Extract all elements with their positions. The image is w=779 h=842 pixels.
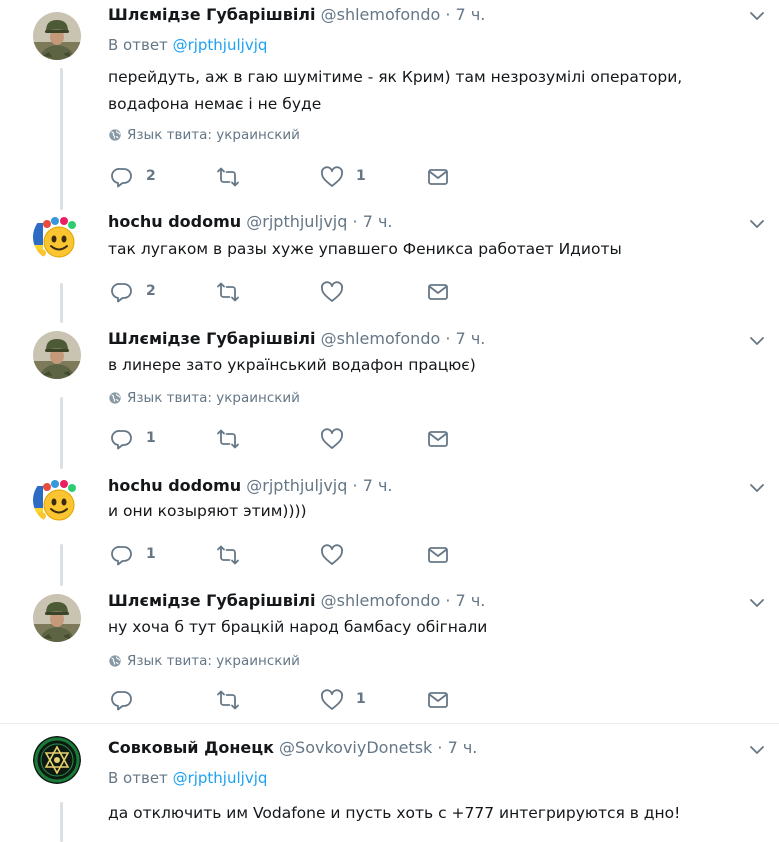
timestamp[interactable]: 7 ч.	[456, 591, 486, 610]
tweet-text: так лугаком в разы хуже упавшего Феникса…	[108, 240, 622, 258]
tweet[interactable]: Шлємідзе Губарішвілі @shlemofondo · 7 ч.…	[0, 323, 779, 469]
separator-dot: ·	[437, 738, 443, 757]
reply-mention[interactable]: @rjpthjuljvjq	[173, 36, 268, 54]
author-name[interactable]: hochu dodomu	[108, 476, 241, 495]
language-label: Язык твита: украинский	[127, 390, 300, 406]
author-name[interactable]: Совковый Донецк	[108, 738, 274, 757]
tweet-text: и они козыряют этим))))	[108, 502, 307, 520]
separator-dot: ·	[352, 476, 358, 495]
reply-count: 2	[146, 168, 156, 184]
author-handle[interactable]: @rjpthjuljvjq	[246, 212, 347, 231]
thread-line	[60, 802, 63, 842]
tweet-header: Шлємідзе Губарішвілі @shlemofondo · 7 ч.	[108, 589, 485, 613]
tweet[interactable]: hochu dodomu @rjpthjuljvjq · 7 ч. так лу…	[0, 205, 779, 323]
globe-icon	[108, 654, 122, 673]
reply-mention[interactable]: @rjpthjuljvjq	[173, 769, 268, 787]
language-label: Язык твита: украинский	[127, 653, 300, 669]
author-handle[interactable]: @shlemofondo	[321, 5, 441, 24]
tweet-header: Шлємідзе Губарішвілі @shlemofondo · 7 ч.	[108, 3, 485, 27]
separator-dot: ·	[352, 212, 358, 231]
tweet[interactable]: Шлємідзе Губарішвілі @shlemofondo · 7 ч.…	[0, 586, 779, 723]
avatar[interactable]	[33, 331, 81, 379]
tweet-header: hochu dodomu @rjpthjuljvjq · 7 ч.	[108, 474, 393, 498]
thread-line	[60, 397, 63, 469]
chevron-down-icon[interactable]	[748, 215, 766, 233]
avatar[interactable]	[33, 476, 81, 524]
author-handle[interactable]: @shlemofondo	[321, 329, 441, 348]
tweet[interactable]: Шлємідзе Губарішвілі @shlemofondo · 7 ч.…	[0, 0, 779, 210]
tweet-text: перейдуть, аж в гаю шумітиме - як Крим) …	[108, 68, 683, 113]
timestamp[interactable]: 7 ч.	[363, 212, 393, 231]
avatar[interactable]	[33, 594, 81, 642]
reply-count: 1	[146, 546, 156, 562]
tweet[interactable]: Совковый Донецк @SovkoviyDonetsk · 7 ч. …	[0, 724, 779, 842]
globe-icon	[108, 391, 122, 410]
language-label: Язык твита: украинский	[127, 127, 300, 143]
separator-dot: ·	[445, 5, 451, 24]
timestamp[interactable]: 7 ч.	[448, 738, 478, 757]
author-handle[interactable]: @rjpthjuljvjq	[246, 476, 347, 495]
chevron-down-icon[interactable]	[748, 594, 766, 612]
reply-context: В ответ @rjpthjuljvjq	[108, 769, 267, 787]
tweet-header: Шлємідзе Губарішвілі @shlemofondo · 7 ч.	[108, 327, 485, 351]
thread-line	[60, 544, 63, 586]
tweet[interactable]: hochu dodomu @rjpthjuljvjq · 7 ч. и они …	[0, 468, 779, 586]
avatar[interactable]	[33, 736, 81, 784]
author-handle[interactable]: @SovkoviyDonetsk	[279, 738, 432, 757]
timestamp[interactable]: 7 ч.	[363, 476, 393, 495]
timestamp[interactable]: 7 ч.	[456, 329, 486, 348]
reply-count: 2	[146, 283, 156, 299]
author-name[interactable]: Шлємідзе Губарішвілі	[108, 591, 316, 610]
tweet-language: Язык твита: украинский	[108, 126, 300, 147]
avatar[interactable]	[33, 213, 81, 261]
tweet-text: ну хоча б тут брацкій народ бамбасу обіг…	[108, 618, 488, 636]
globe-icon	[108, 128, 122, 147]
reply-count: 1	[146, 430, 156, 446]
reply-context: В ответ @rjpthjuljvjq	[108, 36, 267, 54]
tweet-text: в линере зато український водафон працює…	[108, 356, 476, 374]
like-count: 1	[356, 168, 366, 184]
separator-dot: ·	[445, 329, 451, 348]
chevron-down-icon[interactable]	[748, 741, 766, 759]
chevron-down-icon[interactable]	[748, 479, 766, 497]
reply-prefix: В ответ	[108, 36, 168, 54]
avatar[interactable]	[33, 12, 81, 60]
tweet-header: Совковый Донецк @SovkoviyDonetsk · 7 ч.	[108, 736, 477, 760]
thread-line	[60, 283, 63, 323]
reply-prefix: В ответ	[108, 769, 168, 787]
author-handle[interactable]: @shlemofondo	[321, 591, 441, 610]
chevron-down-icon[interactable]	[748, 7, 766, 25]
thread-line	[60, 68, 63, 210]
like-count: 1	[356, 691, 366, 707]
tweet-language: Язык твита: украинский	[108, 389, 300, 410]
separator-dot: ·	[445, 591, 451, 610]
tweet-language: Язык твита: украинский	[108, 652, 300, 673]
timestamp[interactable]: 7 ч.	[456, 5, 486, 24]
tweet-header: hochu dodomu @rjpthjuljvjq · 7 ч.	[108, 210, 393, 234]
author-name[interactable]: Шлємідзе Губарішвілі	[108, 329, 316, 348]
chevron-down-icon[interactable]	[748, 332, 766, 350]
author-name[interactable]: Шлємідзе Губарішвілі	[108, 5, 316, 24]
tweet-text: да отключить им Vodafone и пусть хоть с …	[108, 804, 681, 822]
author-name[interactable]: hochu dodomu	[108, 212, 241, 231]
